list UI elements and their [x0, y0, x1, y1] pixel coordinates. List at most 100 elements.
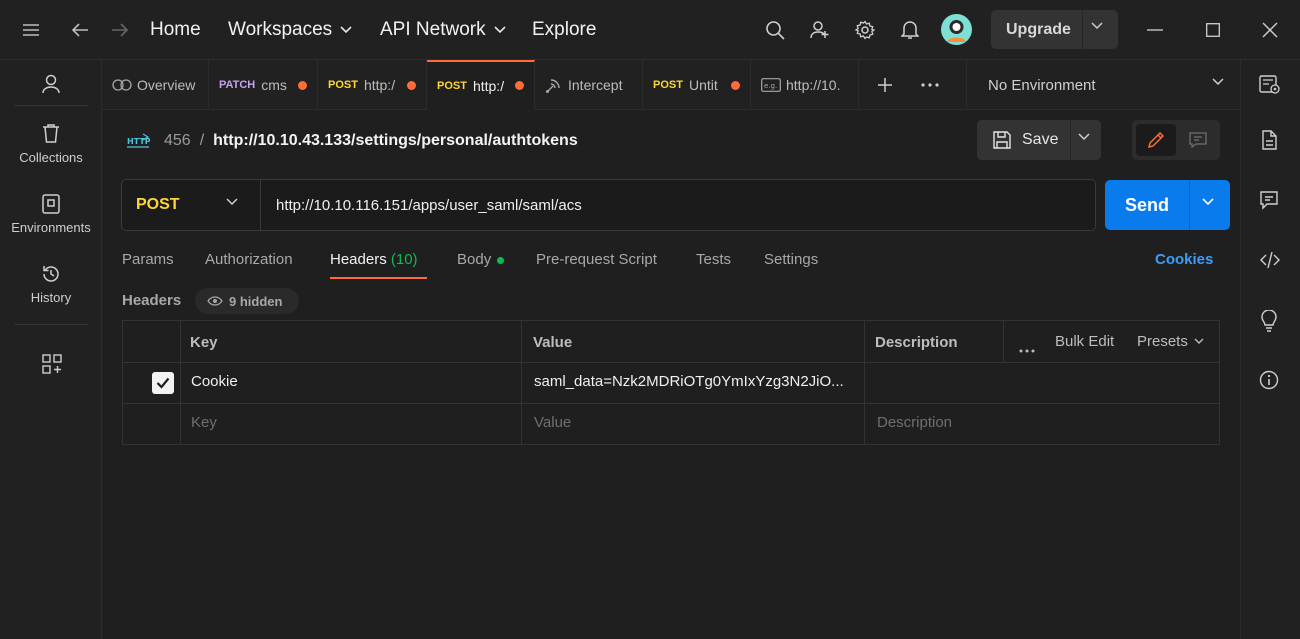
more-tabs-icon[interactable] — [913, 68, 947, 102]
column-header-description: Description — [875, 334, 958, 351]
documentation-icon[interactable] — [1259, 130, 1279, 155]
comment-icon[interactable] — [1180, 124, 1216, 156]
tab-body-label: Body — [457, 251, 492, 268]
tab-label: cms — [261, 77, 287, 93]
upgrade-button[interactable]: Upgrade — [991, 10, 1118, 49]
more-options-icon[interactable] — [1019, 340, 1035, 358]
new-key-placeholder[interactable]: Key — [191, 414, 217, 431]
tab-intercept[interactable]: Intercept — [535, 60, 643, 110]
nav-workspaces-label: Workspaces — [228, 19, 333, 40]
tab-settings[interactable]: Settings — [764, 249, 818, 279]
tab-tests[interactable]: Tests — [696, 249, 731, 279]
user-icon[interactable] — [42, 74, 60, 99]
sidebar: Collections Environments History — [0, 60, 102, 639]
tab-label: Untit — [688, 77, 718, 93]
breadcrumb-separator: / — [199, 132, 205, 149]
pencil-icon[interactable] — [1136, 124, 1176, 156]
save-button[interactable]: Save — [977, 120, 1101, 160]
request-name[interactable]: http://10.10.43.133/settings/personal/au… — [213, 132, 578, 150]
tab-overview[interactable]: Overview — [102, 60, 209, 110]
new-tab-plus-icon[interactable] — [868, 68, 902, 102]
hidden-count-label: 9 hidden — [229, 293, 283, 309]
comments-icon[interactable] — [1259, 190, 1279, 215]
sidebar-item-history[interactable]: History — [0, 264, 102, 305]
close-icon[interactable] — [1253, 13, 1287, 47]
tab-headers[interactable]: Headers (10) — [330, 249, 427, 279]
environment-quick-look-icon[interactable] — [1259, 75, 1281, 100]
save-label: Save — [1022, 131, 1059, 148]
nav-home[interactable]: Home — [150, 0, 201, 60]
method-select[interactable]: POST — [122, 180, 261, 230]
tab-body[interactable]: Body — [457, 249, 505, 279]
header-key-cell[interactable]: Cookie — [191, 373, 238, 390]
trash-can-icon — [43, 124, 59, 143]
chevron-down-icon[interactable] — [1078, 133, 1090, 141]
tab-post-http[interactable]: POST http:/ — [318, 60, 427, 110]
nav-api-network[interactable]: API Network — [380, 0, 506, 60]
add-widgets-icon[interactable] — [42, 354, 62, 379]
history-icon — [43, 266, 59, 282]
minimize-icon[interactable] — [1138, 13, 1172, 47]
forward-arrow-icon[interactable] — [103, 13, 137, 47]
sidebar-item-label: Collections — [19, 150, 83, 165]
chevron-down-icon — [340, 26, 352, 34]
right-rail — [1240, 60, 1300, 639]
new-description-placeholder[interactable]: Description — [877, 414, 952, 431]
send-label: Send — [1125, 194, 1170, 215]
search-icon[interactable] — [758, 13, 792, 47]
header-value-cell[interactable]: saml_data=Nzk2MDRiOTg0YmIxYzg3N2JiO... — [534, 373, 858, 390]
send-button[interactable]: Send — [1105, 180, 1230, 230]
nav-workspaces[interactable]: Workspaces — [228, 0, 352, 60]
tab-example[interactable]: e.g. http://10. — [751, 60, 859, 110]
sidebar-item-environments[interactable]: Environments — [0, 194, 102, 235]
nav-api-network-label: API Network — [380, 19, 486, 40]
svg-text:e.g.: e.g. — [764, 82, 777, 90]
tab-label: http://10. — [786, 77, 841, 93]
new-value-placeholder[interactable]: Value — [534, 414, 571, 431]
tab-method: PATCH — [219, 79, 256, 91]
back-arrow-icon[interactable] — [63, 13, 97, 47]
http-request-icon: HTTP — [127, 133, 150, 148]
headers-count-badge: (10) — [390, 251, 418, 268]
tab-post-http-active[interactable]: POST http:/ — [427, 60, 535, 110]
menu-icon[interactable] — [14, 13, 48, 47]
cookies-link[interactable]: Cookies — [1155, 251, 1213, 268]
gear-icon[interactable] — [848, 13, 882, 47]
intercept-icon — [546, 79, 560, 93]
tab-post-untitled[interactable]: POST Untit — [643, 60, 751, 110]
eye-icon — [207, 296, 223, 306]
breadcrumb: HTTP 456 / http://10.10.43.133/settings/… — [126, 126, 578, 156]
lightbulb-icon[interactable] — [1259, 309, 1279, 337]
code-icon[interactable] — [1259, 250, 1281, 275]
tab-pre-request-script[interactable]: Pre-request Script — [536, 249, 657, 279]
bulk-edit-button[interactable]: Bulk Edit — [1055, 333, 1114, 350]
invite-user-icon[interactable] — [803, 13, 837, 47]
url-input[interactable] — [262, 180, 1092, 230]
chevron-down-icon[interactable] — [1202, 198, 1214, 206]
tab-label: Intercept — [568, 77, 623, 93]
column-header-key: Key — [190, 334, 218, 351]
bell-icon[interactable] — [893, 13, 927, 47]
maximize-icon[interactable] — [1196, 13, 1230, 47]
tab-authorization[interactable]: Authorization — [205, 249, 293, 279]
unsaved-dot — [407, 81, 416, 90]
environment-selector[interactable]: No Environment — [966, 60, 1240, 110]
presets-dropdown[interactable]: Presets — [1137, 333, 1204, 350]
hidden-headers-toggle[interactable]: 9 hidden — [195, 288, 299, 314]
sidebar-item-collections[interactable]: Collections — [0, 124, 102, 165]
tab-patch-cms[interactable]: PATCH cms — [209, 60, 318, 110]
chevron-down-icon — [1194, 338, 1204, 344]
chevron-down-icon — [494, 26, 506, 34]
avatar[interactable] — [941, 14, 972, 45]
overview-icon — [112, 79, 132, 91]
nav-explore[interactable]: Explore — [532, 0, 596, 60]
environment-icon — [42, 194, 60, 214]
row-enabled-checkbox[interactable] — [152, 372, 174, 394]
headers-table: Key Value Description Bulk Edit Presets … — [122, 320, 1220, 445]
breadcrumb-collection[interactable]: 456 — [164, 132, 191, 150]
headers-section-title: Headers — [122, 292, 182, 309]
sidebar-item-label: History — [30, 290, 72, 305]
chevron-down-icon[interactable] — [1091, 22, 1103, 30]
tab-params[interactable]: Params — [122, 249, 174, 279]
info-icon[interactable] — [1259, 370, 1279, 395]
